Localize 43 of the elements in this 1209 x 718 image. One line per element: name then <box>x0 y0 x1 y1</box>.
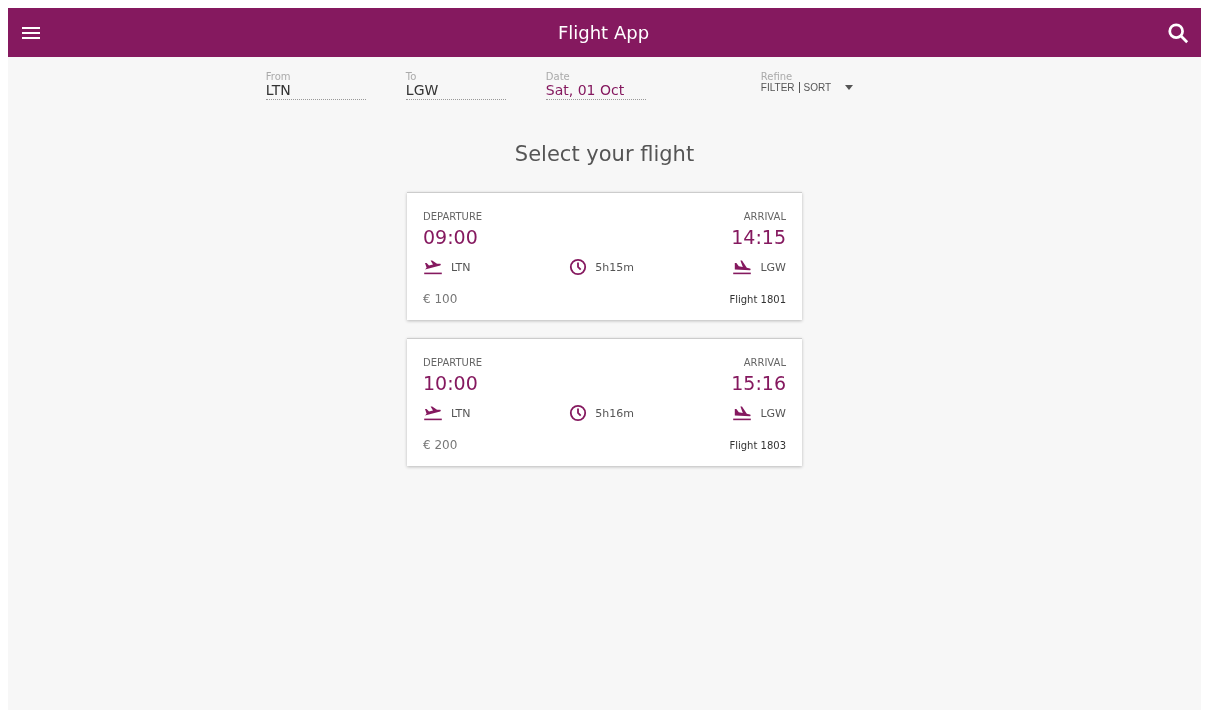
flight-card[interactable]: DEPARTURE ARRIVAL 10:00 15:16 LTN 5h16m LGW € 200 Flight 1803 <box>407 338 802 466</box>
departure-label: DEPARTURE <box>423 357 483 368</box>
plane-takeoff-icon <box>423 259 443 275</box>
search-icon <box>1167 21 1189 44</box>
departure-label: DEPARTURE <box>423 211 483 222</box>
arrival-time: 14:15 <box>731 226 786 248</box>
field-label: To <box>405 71 418 82</box>
destination-code: LGW <box>760 260 786 274</box>
refine-option[interactable]: SORT <box>803 82 836 93</box>
field-value: Sat, 01 Oct <box>545 82 626 98</box>
search-field[interactable]: From LTN <box>265 71 366 100</box>
arrival-label: ARRIVAL <box>743 211 786 222</box>
flight-price: € 100 <box>423 292 458 306</box>
destination-code: LGW <box>760 406 786 420</box>
origin-code: LTN <box>451 260 471 274</box>
field-value: LGW <box>405 82 440 98</box>
refine-option[interactable]: FILTER <box>760 82 800 93</box>
flight-duration: 5h15m <box>595 260 634 274</box>
departure-time: 10:00 <box>423 372 478 394</box>
menu-icon <box>22 25 40 40</box>
plane-landing-icon <box>732 405 753 421</box>
arrival-label: ARRIVAL <box>743 357 786 368</box>
field-value: LTN <box>265 82 292 98</box>
flight-price: € 200 <box>423 438 458 452</box>
plane-takeoff-icon <box>423 405 443 421</box>
search-field[interactable]: Date Sat, 01 Oct <box>545 71 646 100</box>
origin-code: LTN <box>451 406 471 420</box>
clock-icon <box>569 404 588 422</box>
arrival-time: 15:16 <box>731 372 786 394</box>
flight-duration: 5h16m <box>595 406 634 420</box>
caret-icon[interactable] <box>845 85 854 90</box>
departure-time: 09:00 <box>423 226 478 248</box>
page-heading: Select your flight <box>513 142 696 166</box>
plane-landing-icon <box>732 259 753 275</box>
search-field[interactable]: To LGW <box>405 71 506 100</box>
field-label: Date <box>545 71 571 82</box>
clock-icon <box>569 258 588 276</box>
app-title: Flight App <box>557 22 650 43</box>
flight-number: Flight 1803 <box>729 439 786 451</box>
field-label: From <box>265 71 292 82</box>
refine-label: Refine <box>760 71 794 82</box>
flight-card[interactable]: DEPARTURE ARRIVAL 09:00 14:15 LTN 5h15m LGW € 100 Flight 1801 <box>407 192 802 320</box>
flight-number: Flight 1801 <box>729 293 786 305</box>
